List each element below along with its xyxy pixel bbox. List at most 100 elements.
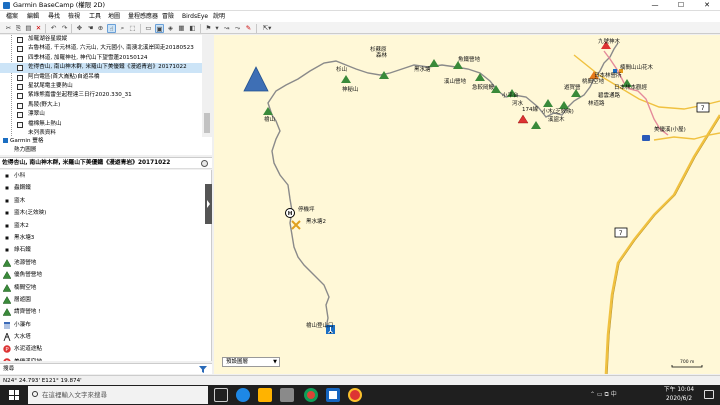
word-icon[interactable]	[326, 388, 340, 402]
list-item[interactable]: 池源營地	[0, 257, 211, 269]
window-icon[interactable]: ▭	[144, 24, 153, 33]
grid-icon[interactable]: ▦	[177, 24, 186, 33]
list-item[interactable]: 盜木	[0, 195, 211, 207]
pointer-tool-icon[interactable]: ⇱▾	[260, 24, 274, 33]
map-canvas[interactable]: 7 7 H 700 m 杉山 神秘山 杉蘇原 森林 黑水塘 溪山營地 魚鐵營地 …	[214, 35, 720, 374]
menu-find[interactable]: 尋找	[48, 12, 60, 21]
list-item[interactable]: P美優溪空地	[0, 356, 211, 361]
list-item[interactable]: 層遊園	[0, 294, 211, 306]
cut-icon[interactable]: ✂	[4, 24, 13, 33]
library-scrollbar[interactable]	[202, 35, 212, 146]
list-item[interactable]: 優魚營營地	[0, 269, 211, 281]
windows-start-icon[interactable]	[9, 390, 19, 400]
library-item[interactable]: 漂翠山	[0, 110, 202, 119]
camp-marker[interactable]	[559, 101, 569, 109]
zoom-in-icon[interactable]: ⊕	[96, 24, 105, 33]
library-item[interactable]: 阿白電區(首大崙點)自遊吊橋	[0, 73, 202, 82]
menu-edit[interactable]: 編輯	[27, 12, 39, 21]
label-wooden-peak: 檜山	[264, 115, 275, 123]
paste-icon[interactable]: ▤	[24, 24, 33, 33]
label-helipad: 停機坪	[298, 205, 315, 213]
menu-help[interactable]: 說明	[213, 12, 225, 21]
edge-icon[interactable]	[236, 388, 250, 402]
list-item[interactable]: 請齊營地 !	[0, 306, 211, 318]
menu-adventure[interactable]: 冒險	[162, 12, 174, 21]
3d-icon[interactable]: ◈	[166, 24, 175, 33]
camp-marker[interactable]	[475, 73, 485, 81]
notification-icon[interactable]	[704, 390, 714, 399]
garmin-sub-row[interactable]: 熱力圖層	[0, 146, 212, 155]
peak-marker[interactable]	[341, 75, 351, 83]
dropdown-icon[interactable]: ▾	[214, 24, 220, 33]
list-item[interactable]: 黑水塘3	[0, 232, 211, 244]
delete-icon[interactable]: ✕	[34, 24, 43, 33]
close-button[interactable]: ✕	[694, 0, 720, 11]
helipad-icon[interactable]: H	[285, 208, 295, 218]
library-item[interactable]: 加羅湖谷星縱縱	[0, 35, 202, 44]
camp-marker[interactable]	[263, 107, 273, 115]
camp-marker[interactable]	[429, 59, 439, 67]
camp-marker[interactable]	[531, 121, 541, 129]
taskbar-search-placeholder: 在這裡輸入文字來搜尋	[42, 391, 107, 399]
map-view[interactable]: 7 7 H 700 m 杉山 神秘山 杉蘇原 森林 黑水塘 溪山營地 魚鐵營地 …	[214, 35, 720, 374]
zoom-icon[interactable]: ⌕	[118, 24, 127, 33]
list-item[interactable]: 小科	[0, 170, 211, 182]
map-icon[interactable]: ▣	[155, 24, 164, 33]
list-item[interactable]: 盜木2	[0, 220, 211, 232]
list-item[interactable]: P 水泥道途點	[0, 343, 211, 355]
library-item[interactable]: 紫綠熊嘉雷坐起程達三日行2020.330_31	[0, 91, 202, 100]
hand-icon[interactable]: ☚	[86, 24, 95, 33]
menu-file[interactable]: 檔案	[6, 12, 18, 21]
garmin-device-row[interactable]: Garmin 豐格	[0, 137, 212, 146]
library-item[interactable]: 古魯林道, 千元林道, 六元山, 大元國小, 南澳北溪岸回走20180523	[0, 44, 202, 53]
menu-sensors[interactable]: 量程感應器	[128, 12, 158, 21]
list-item[interactable]: 盜木(乏效映)	[0, 207, 211, 219]
system-tray[interactable]: ⌃ ▭ ⧉ 中	[590, 388, 617, 402]
bus-stop-icon[interactable]	[642, 135, 650, 141]
chrome-icon[interactable]	[304, 388, 318, 402]
panel-collapse-handle[interactable]	[205, 184, 212, 224]
profile-icon[interactable]: ◧	[188, 24, 197, 33]
filter-icon[interactable]	[199, 366, 207, 373]
crossed-tools-icon[interactable]	[291, 220, 301, 230]
selected-tool-icon[interactable]: ☝	[107, 24, 116, 33]
pan-icon[interactable]: ✥	[75, 24, 84, 33]
basecamp-taskbar-icon[interactable]	[348, 388, 362, 402]
file-explorer-icon[interactable]	[258, 388, 272, 402]
waypoint-tool-icon[interactable]: ⚑	[204, 24, 213, 33]
list-item[interactable]: 綠石鐵	[0, 244, 211, 256]
library-item[interactable]: 星狀尾電主要熱山	[0, 82, 202, 91]
list-item[interactable]: 蟲鋼鐵	[0, 182, 211, 194]
camp-marker[interactable]	[543, 99, 553, 107]
measure-icon[interactable]: ✎	[244, 24, 253, 33]
library-item[interactable]: 四季林道, 加羅神社, 神代山下望雪蓮20150124	[0, 54, 202, 63]
gear-icon[interactable]	[201, 160, 208, 167]
list-item[interactable]: 大水塔	[0, 331, 211, 343]
plot-icon[interactable]: ⤳	[233, 24, 242, 33]
menu-view[interactable]: 檢視	[68, 12, 80, 21]
menu-birdseye[interactable]: BirdsEye	[182, 12, 208, 21]
warning-marker[interactable]	[517, 114, 529, 124]
minimize-button[interactable]: —	[642, 0, 668, 11]
library-item[interactable]: 馬陵(野大上)	[0, 101, 202, 110]
redo-icon[interactable]: ↷	[60, 24, 69, 33]
list-item[interactable]: 楠間空地	[0, 282, 211, 294]
undo-icon[interactable]: ↶	[49, 24, 58, 33]
menu-map[interactable]: 地圖	[108, 12, 120, 21]
taskbar-search-input[interactable]: 在這裡輸入文字來搜尋	[28, 386, 208, 404]
map-layer-select[interactable]: 預設圖層 ▼	[222, 357, 280, 367]
store-icon[interactable]	[280, 388, 294, 402]
menu-tools[interactable]: 工具	[89, 12, 101, 21]
library-item[interactable]: 檔棉無上熱山	[0, 120, 202, 129]
library-item[interactable]: 佐得杏山, 南山神木群, 米羅山下美優鐵《漫遊青岩》20171022	[0, 63, 202, 73]
filter-input[interactable]: 搜尋	[3, 365, 14, 374]
maximize-button[interactable]: ☐	[668, 0, 694, 11]
taskbar-clock[interactable]: 下午 10:04 2020/6/2	[659, 386, 699, 403]
scrollbar-thumb[interactable]	[204, 113, 210, 133]
task-view-icon[interactable]	[214, 388, 228, 402]
list-item[interactable]: 小瀑布	[0, 319, 211, 331]
copy-icon[interactable]: ⎘	[14, 24, 23, 33]
route-tool-icon[interactable]: ↝	[222, 24, 231, 33]
select-icon[interactable]: ⬚	[128, 24, 137, 33]
label-road-a: 林道路	[588, 99, 605, 107]
